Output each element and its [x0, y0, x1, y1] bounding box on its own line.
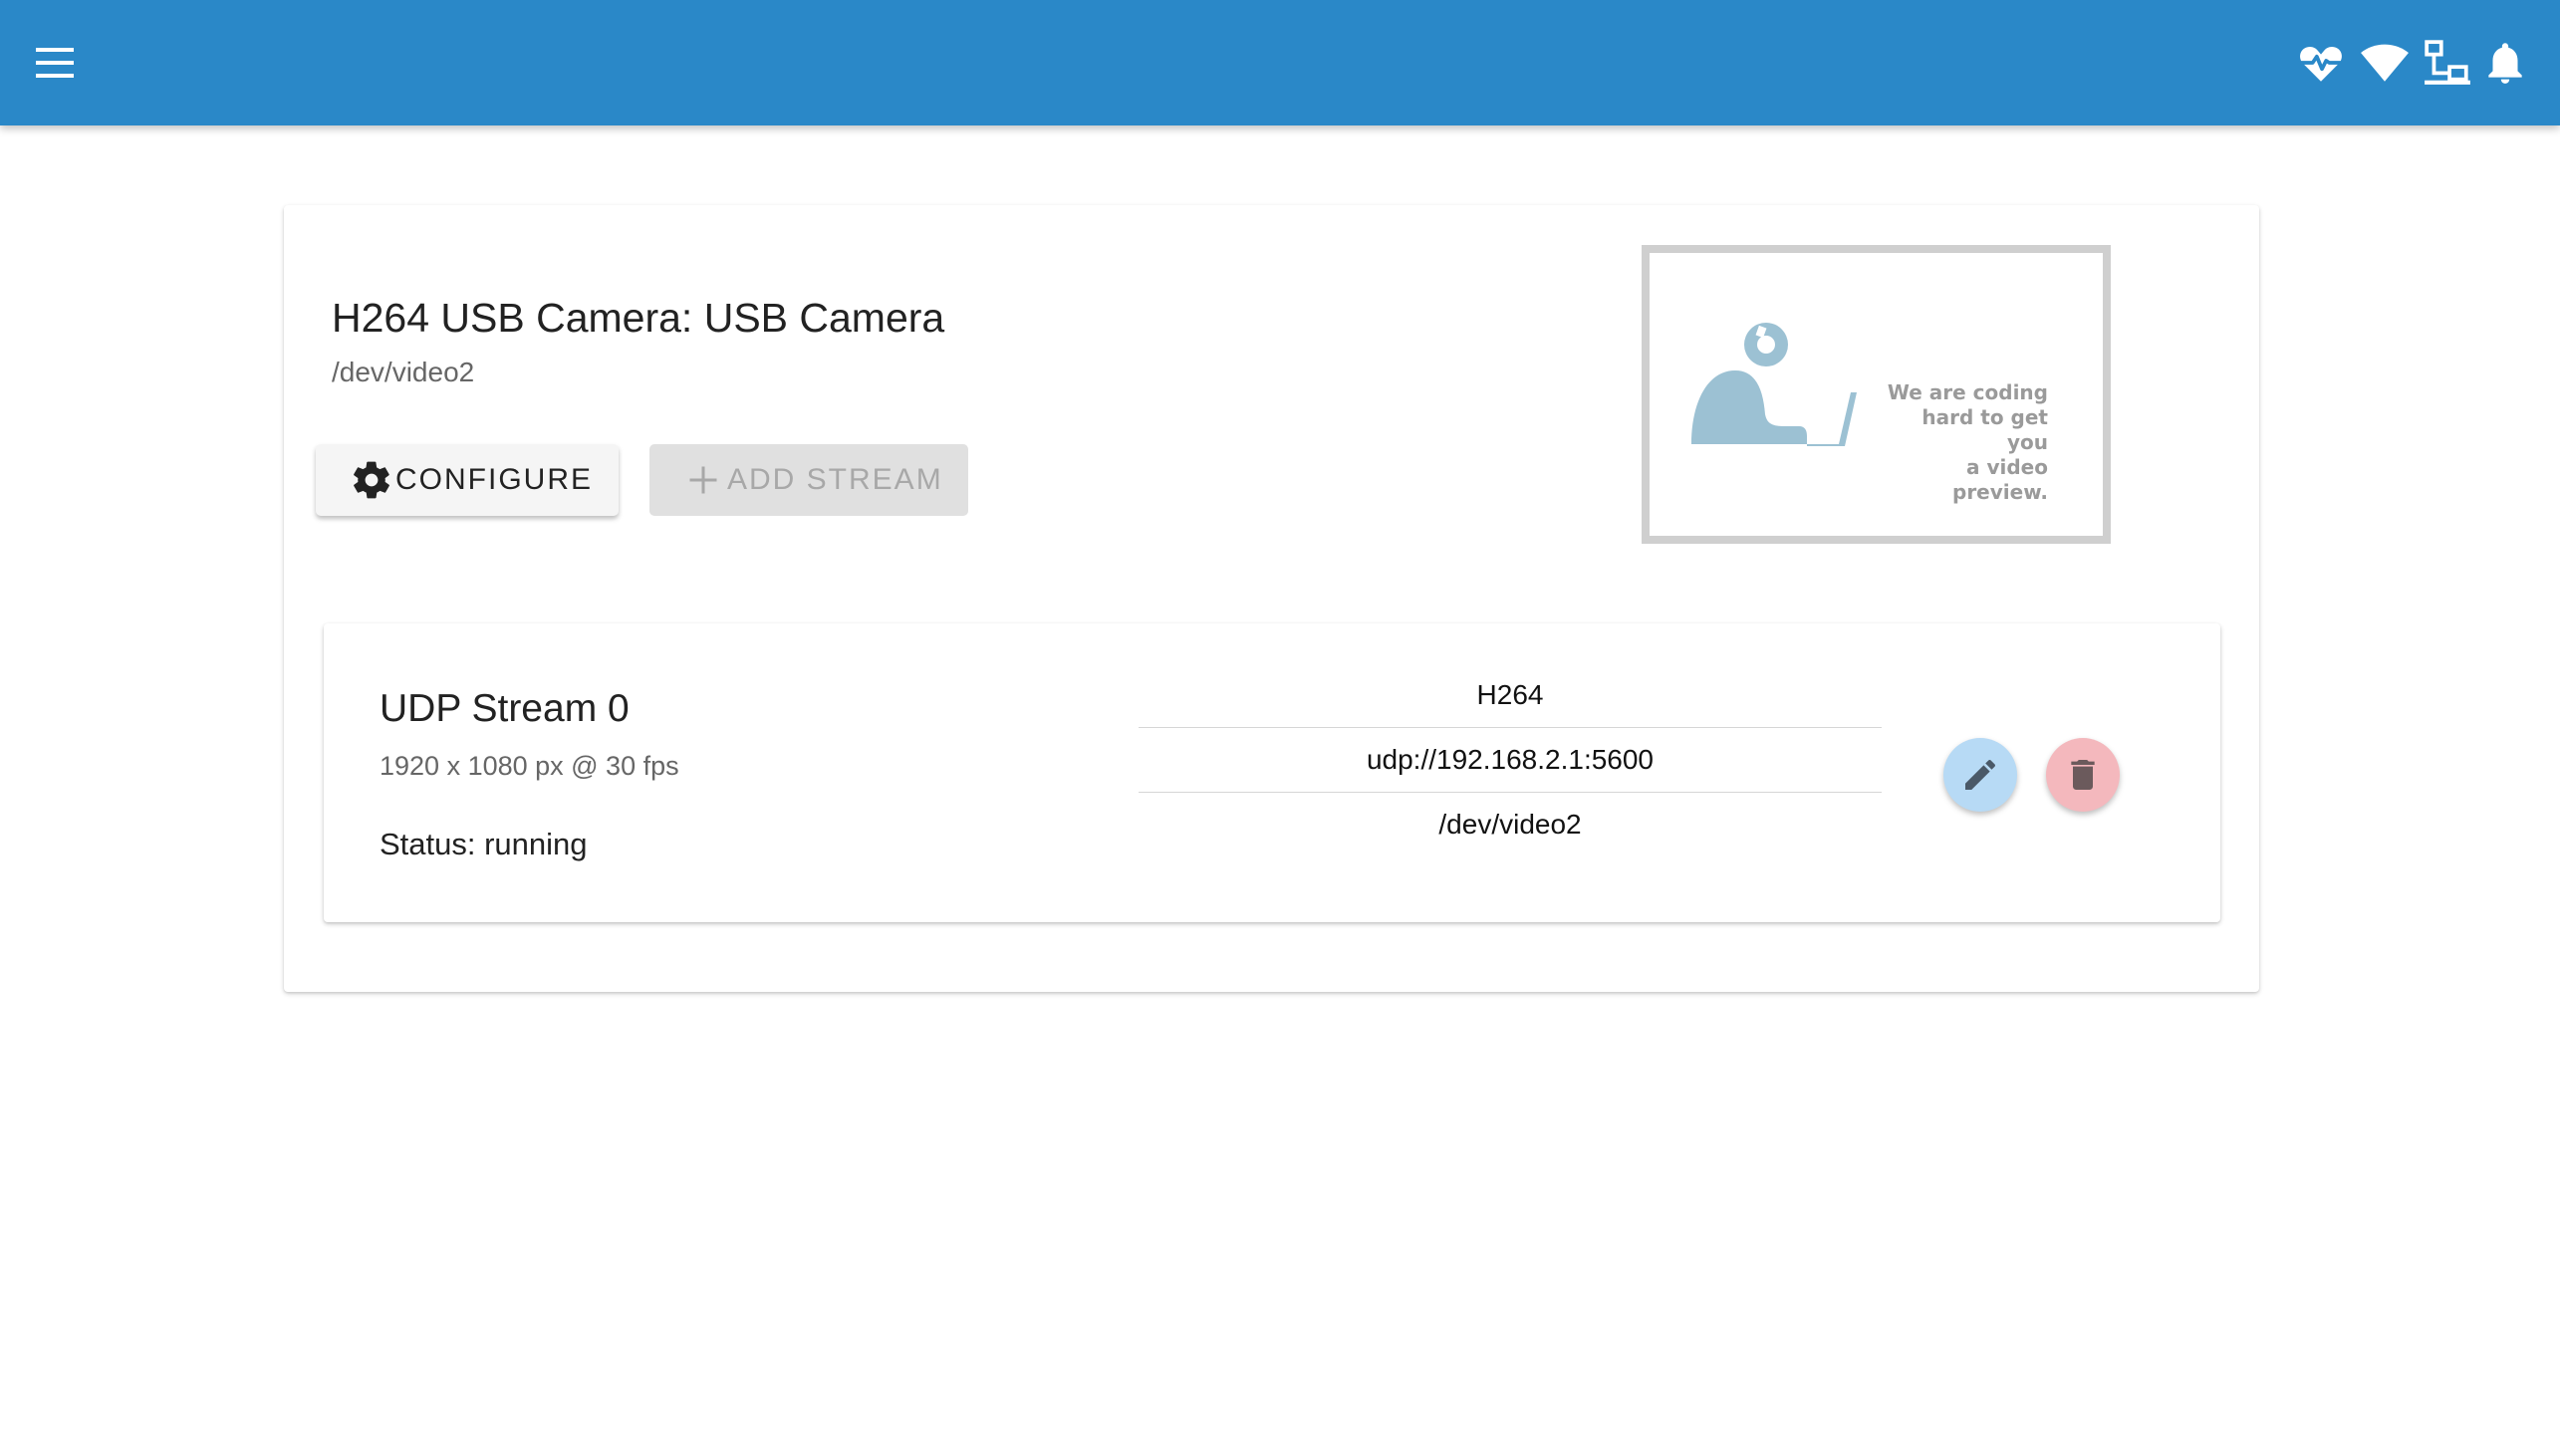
- wifi-icon[interactable]: [2360, 38, 2410, 88]
- stream-card: UDP Stream 0 1920 x 1080 px @ 30 fps Sta…: [324, 623, 2220, 922]
- stream-title: UDP Stream 0: [380, 687, 630, 730]
- app-bar: [0, 0, 2560, 125]
- stream-encoding: H264: [1139, 663, 1882, 728]
- stream-info-list: H264 udp://192.168.2.1:5600 /dev/video2: [1139, 663, 1882, 856]
- camera-device-path: /dev/video2: [332, 357, 475, 387]
- camera-card: H264 USB Camera: USB Camera /dev/video2 …: [284, 205, 2259, 992]
- heartbeat-icon[interactable]: [2296, 38, 2346, 88]
- stream-endpoint: udp://192.168.2.1:5600: [1139, 728, 1882, 793]
- plus-icon: [689, 466, 717, 494]
- network-icon[interactable]: [2423, 38, 2472, 88]
- coding-person-illustration: [1691, 323, 1857, 446]
- add-stream-button[interactable]: ADD STREAM: [649, 444, 968, 516]
- preview-text-line2: hard to get you: [1921, 405, 2048, 454]
- configure-button[interactable]: CONFIGURE: [316, 444, 619, 516]
- camera-title: H264 USB Camera: USB Camera: [332, 295, 945, 341]
- stream-resolution: 1920 x 1080 px @ 30 fps: [380, 751, 679, 781]
- edit-stream-button[interactable]: [1943, 738, 2017, 812]
- hamburger-menu-icon[interactable]: [30, 42, 80, 84]
- video-preview-placeholder: We are coding hard to get you a video pr…: [1642, 245, 2111, 544]
- add-stream-label: ADD STREAM: [727, 463, 943, 496]
- preview-message: We are coding hard to get you a video pr…: [1879, 380, 2048, 505]
- stream-status: Status: running: [380, 827, 588, 861]
- trash-icon: [2071, 760, 2095, 790]
- preview-text-line3: a video preview.: [1952, 455, 2048, 504]
- stream-source: /dev/video2: [1438, 809, 1582, 840]
- preview-text-line1: We are coding: [1887, 380, 2048, 404]
- gear-icon: [354, 461, 389, 499]
- configure-label: CONFIGURE: [395, 463, 593, 496]
- delete-stream-button[interactable]: [2046, 738, 2120, 812]
- pencil-icon: [1965, 760, 1995, 790]
- notifications-bell-icon[interactable]: [2480, 38, 2530, 88]
